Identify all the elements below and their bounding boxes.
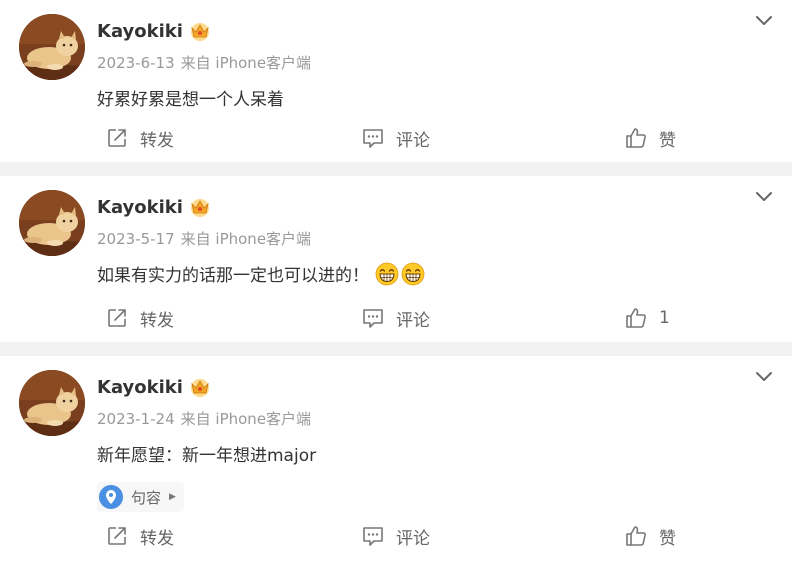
thumbs-up-icon [625, 307, 647, 329]
post-text: 新年愿望：新一年想进major [97, 441, 316, 466]
like-button[interactable]: 1 [625, 304, 670, 332]
avatar[interactable] [19, 14, 85, 80]
comment-label: 评论 [396, 528, 430, 549]
post-source: 来自 iPhone客户端 [180, 54, 312, 72]
grin-emoji-icon [401, 262, 425, 286]
repost-label: 转发 [140, 130, 174, 151]
location-pin-icon [99, 485, 123, 509]
post-text-content: 好累好累是想一个人呆着 [97, 90, 284, 110]
post-author[interactable]: Kayokiki [97, 19, 212, 43]
share-icon [106, 307, 128, 329]
comment-label: 评论 [396, 130, 430, 151]
vip-crown-icon [188, 195, 212, 219]
post-source: 来自 iPhone客户端 [180, 230, 312, 248]
thumbs-up-icon [625, 127, 647, 149]
comment-label: 评论 [396, 310, 430, 331]
thumbs-up-icon [625, 525, 647, 547]
repost-button[interactable]: 转发 [106, 304, 174, 332]
feed-post: Kayokiki 2023-5-17 来自 iPhone客户端 如果有实力的话那一… [0, 176, 792, 342]
feed-post: Kayokiki 2023-6-13 来自 iPhone客户端 好累好累是想一个人… [0, 0, 792, 162]
share-icon [106, 127, 128, 149]
chevron-down-icon[interactable] [754, 368, 774, 384]
like-button[interactable]: 赞 [625, 124, 676, 152]
location-label: 句容 [131, 488, 162, 507]
comment-button[interactable]: 评论 [362, 522, 430, 550]
avatar[interactable] [19, 370, 85, 436]
post-text: 好累好累是想一个人呆着 [97, 85, 284, 110]
repost-label: 转发 [140, 310, 174, 331]
repost-button[interactable]: 转发 [106, 124, 174, 152]
post-source: 来自 iPhone客户端 [180, 410, 312, 428]
like-label: 赞 [659, 130, 676, 151]
post-text-content: 新年愿望：新一年想进major [97, 446, 317, 466]
like-label: 赞 [659, 528, 676, 549]
like-button[interactable]: 赞 [625, 522, 676, 550]
post-text-content: 如果有实力的话那一定也可以进的！ [97, 266, 369, 286]
share-icon [106, 525, 128, 547]
grin-emoji-icon [375, 262, 399, 286]
chevron-down-icon[interactable] [754, 12, 774, 28]
avatar[interactable] [19, 190, 85, 256]
post-date[interactable]: 2023-6-13 [97, 54, 175, 72]
post-date[interactable]: 2023-5-17 [97, 230, 175, 248]
repost-label: 转发 [140, 528, 174, 549]
comment-button[interactable]: 评论 [362, 124, 430, 152]
post-date[interactable]: 2023-1-24 [97, 410, 175, 428]
comment-icon [362, 307, 384, 329]
like-count: 1 [659, 308, 670, 328]
comment-icon [362, 127, 384, 149]
comment-icon [362, 525, 384, 547]
post-meta: 2023-5-17 来自 iPhone客户端 [97, 228, 311, 249]
username[interactable]: Kayokiki [97, 197, 183, 218]
comment-button[interactable]: 评论 [362, 304, 430, 332]
post-actions: 转发 评论 赞 [0, 522, 792, 550]
location-tag[interactable]: 句容 ▶ [97, 482, 184, 512]
post-author[interactable]: Kayokiki [97, 195, 212, 219]
post-text: 如果有实力的话那一定也可以进的！ [97, 261, 425, 286]
feed-post: Kayokiki 2023-1-24 来自 iPhone客户端 新年愿望：新一年想… [0, 356, 792, 564]
post-meta: 2023-1-24 来自 iPhone客户端 [97, 408, 311, 429]
post-author[interactable]: Kayokiki [97, 375, 212, 399]
post-actions: 转发 评论 1 [0, 304, 792, 332]
post-meta: 2023-6-13 来自 iPhone客户端 [97, 52, 311, 73]
username[interactable]: Kayokiki [97, 21, 183, 42]
caret-right-icon: ▶ [169, 492, 176, 502]
post-actions: 转发 评论 赞 [0, 124, 792, 152]
repost-button[interactable]: 转发 [106, 522, 174, 550]
chevron-down-icon[interactable] [754, 188, 774, 204]
vip-crown-icon [188, 19, 212, 43]
username[interactable]: Kayokiki [97, 377, 183, 398]
vip-crown-icon [188, 375, 212, 399]
